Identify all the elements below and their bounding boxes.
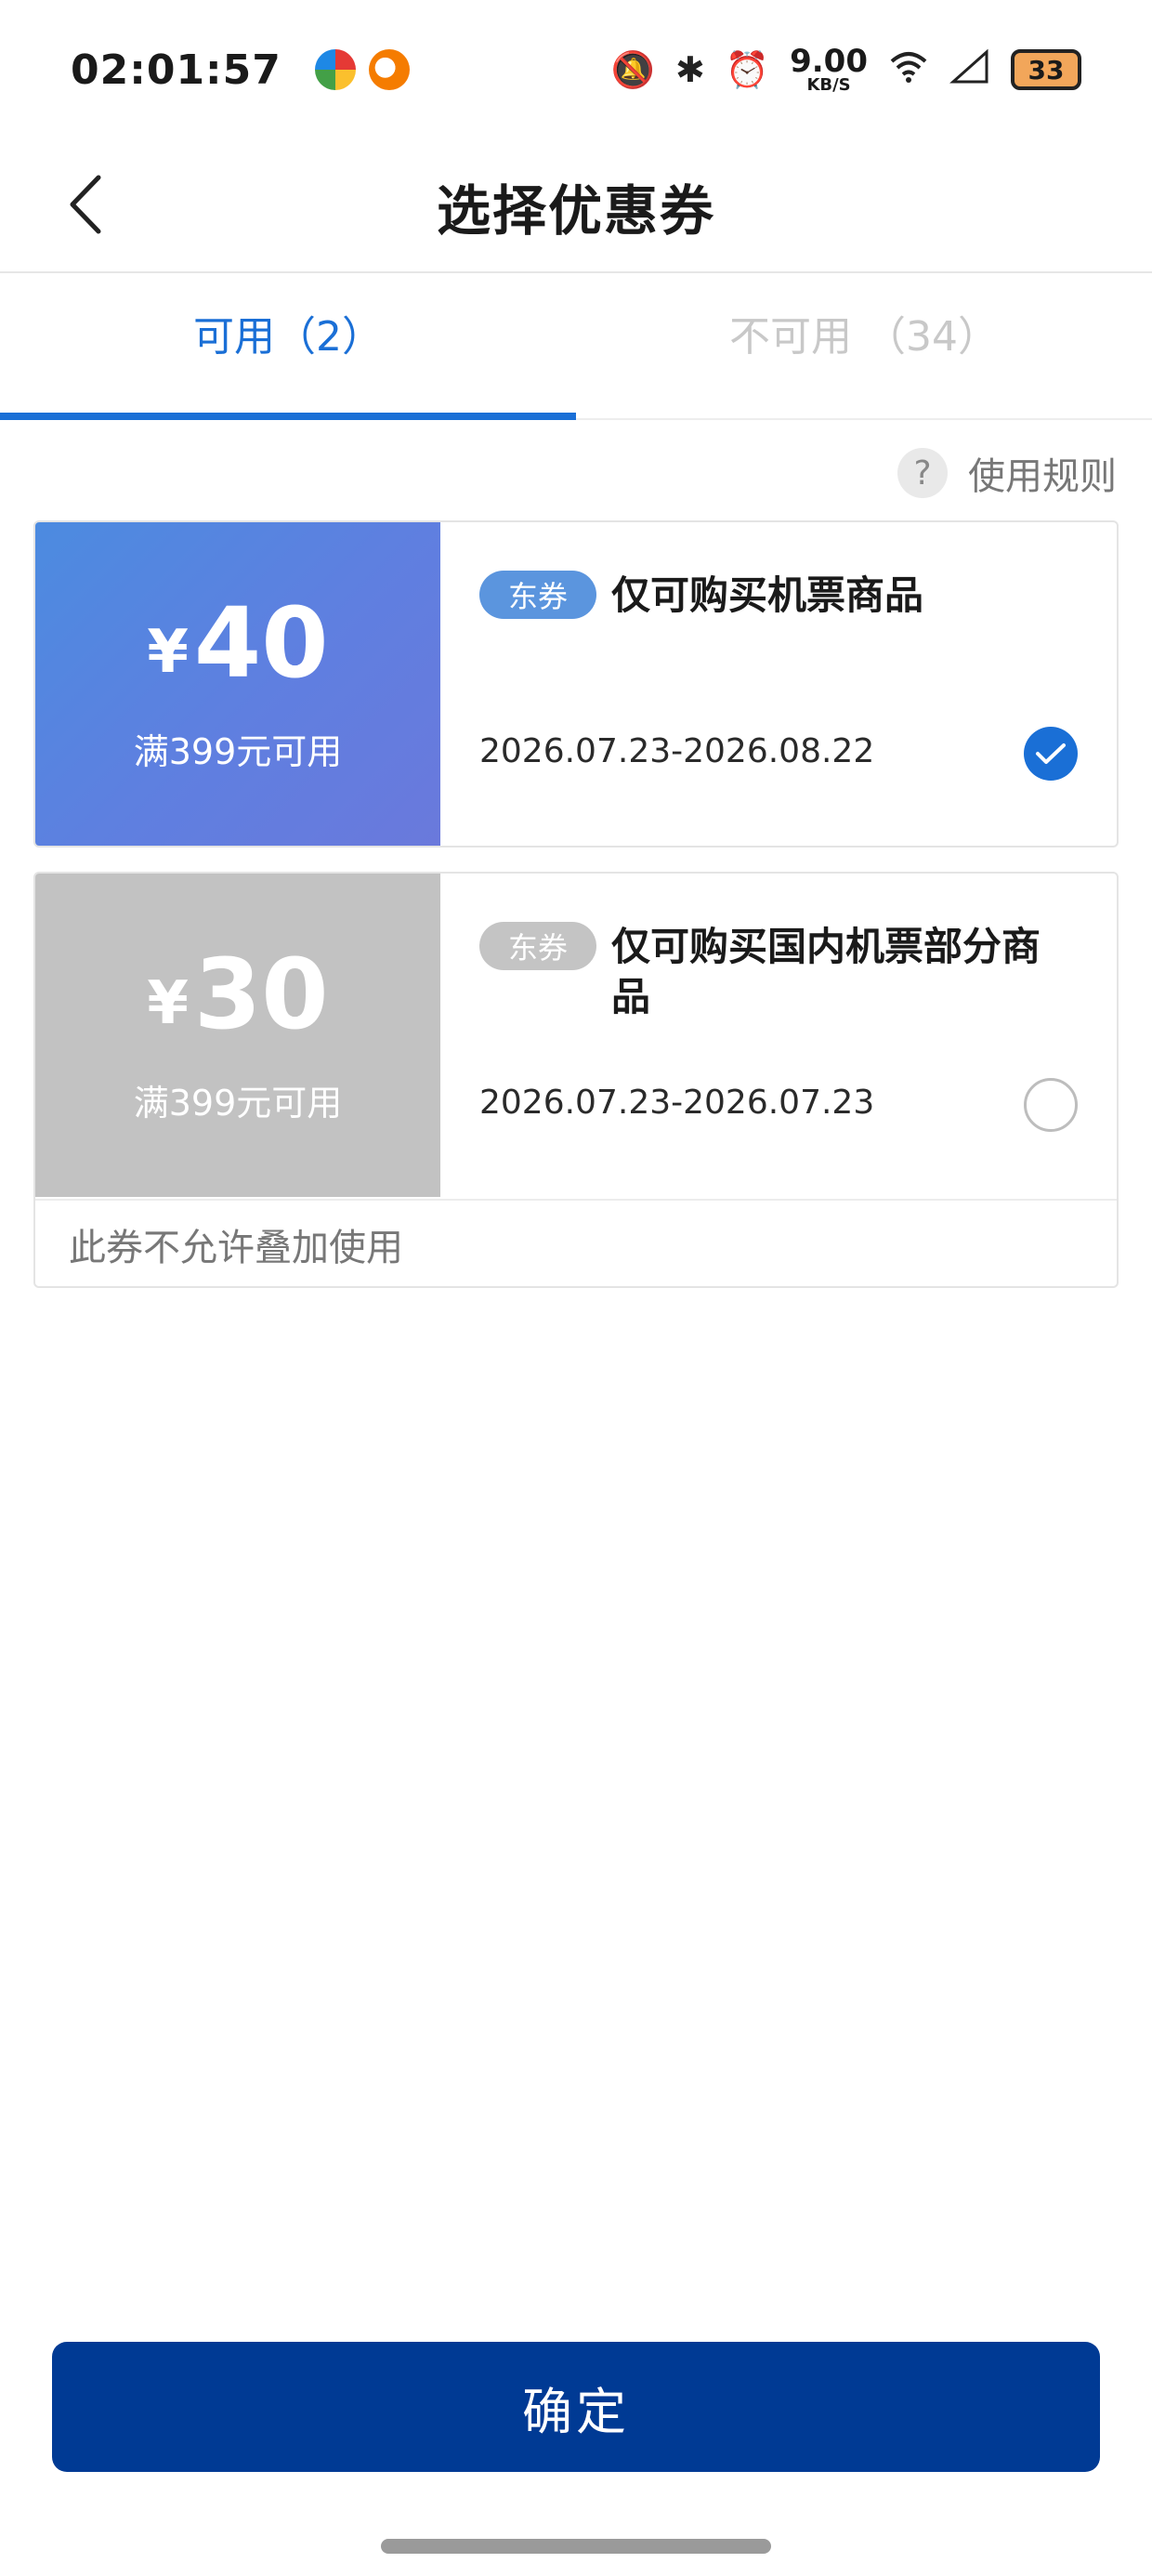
coupon-condition: 满399元可用	[133, 1082, 343, 1124]
coupon-title: 仅可购买机票商品	[611, 572, 924, 618]
currency-symbol: ¥	[147, 968, 189, 1038]
battery-icon: 33	[1011, 49, 1081, 90]
wifi-icon	[888, 48, 929, 91]
coupon-select-radio[interactable]	[1024, 1078, 1078, 1132]
coupon-tabs: 可用（2） 不可用 （34）	[0, 275, 1152, 420]
alarm-icon: ⏰	[725, 49, 770, 90]
question-icon: ?	[897, 448, 948, 498]
nav-bar: 选择优惠券	[0, 139, 1152, 273]
coupon-title: 仅可购买国内机票部分商品	[611, 924, 1041, 1019]
signal-icon	[949, 48, 990, 91]
home-indicator[interactable]	[381, 2539, 771, 2554]
mute-icon: 🔕	[610, 49, 655, 90]
coupon-amount: ¥ 40	[147, 595, 328, 691]
coupon-value-panel: ¥ 40 满399元可用	[35, 522, 440, 846]
coupon-date-range: 2026.07.23-2026.07.23	[479, 1084, 875, 1122]
usage-rules-link[interactable]: ? 使用规则	[897, 446, 1117, 500]
status-indicators: 🔕 ✱ ⏰ 9.00 KB/S 33	[611, 46, 1081, 94]
usage-rules-label: 使用规则	[968, 455, 1117, 498]
status-app-icons	[314, 49, 410, 90]
tab-available[interactable]: 可用（2）	[0, 275, 576, 420]
coupon-tag: 东券	[479, 571, 596, 619]
app-notification-icon	[368, 49, 410, 90]
coupon-info-panel: 东券 仅可购买机票商品 2026.07.23-2026.08.22	[440, 522, 1117, 846]
coupon-note: 此券不允许叠加使用	[35, 1199, 1117, 1286]
coupon-select-radio[interactable]	[1024, 727, 1078, 781]
confirm-button[interactable]: 确定	[52, 2342, 1100, 2472]
coupon-card[interactable]: ¥ 30 满399元可用 东券 仅可购买国内机票部分商品 2026.07.23-…	[33, 872, 1119, 1288]
coupon-value-panel: ¥ 30 满399元可用	[35, 874, 440, 1197]
coupon-select-page: 02:01:57 🔕 ✱ ⏰ 9.00 KB/S 33 选择优惠券 可用（2） …	[0, 0, 1152, 2576]
status-bar: 02:01:57 🔕 ✱ ⏰ 9.00 KB/S 33	[0, 0, 1152, 139]
coupon-card[interactable]: ¥ 40 满399元可用 东券 仅可购买机票商品 2026.07.23-2026…	[33, 520, 1119, 848]
coupon-amount-value: 30	[193, 937, 329, 1051]
coupon-amount-value: 40	[193, 585, 329, 700]
coupon-condition: 满399元可用	[133, 730, 343, 772]
coupon-date-range: 2026.07.23-2026.08.22	[479, 732, 875, 770]
app-notification-icon	[314, 49, 356, 90]
tab-unavailable[interactable]: 不可用 （34）	[576, 275, 1152, 418]
bluetooth-icon: ✱	[674, 49, 705, 90]
coupon-info-panel: 东券 仅可购买国内机票部分商品 2026.07.23-2026.07.23	[440, 874, 1117, 1197]
currency-symbol: ¥	[147, 617, 189, 687]
page-title: 选择优惠券	[436, 179, 715, 243]
status-time: 02:01:57	[71, 46, 281, 94]
coupon-amount: ¥ 30	[147, 946, 328, 1043]
check-icon	[1036, 743, 1066, 764]
network-speed: 9.00 KB/S	[790, 43, 868, 95]
coupon-tag: 东券	[479, 922, 596, 970]
